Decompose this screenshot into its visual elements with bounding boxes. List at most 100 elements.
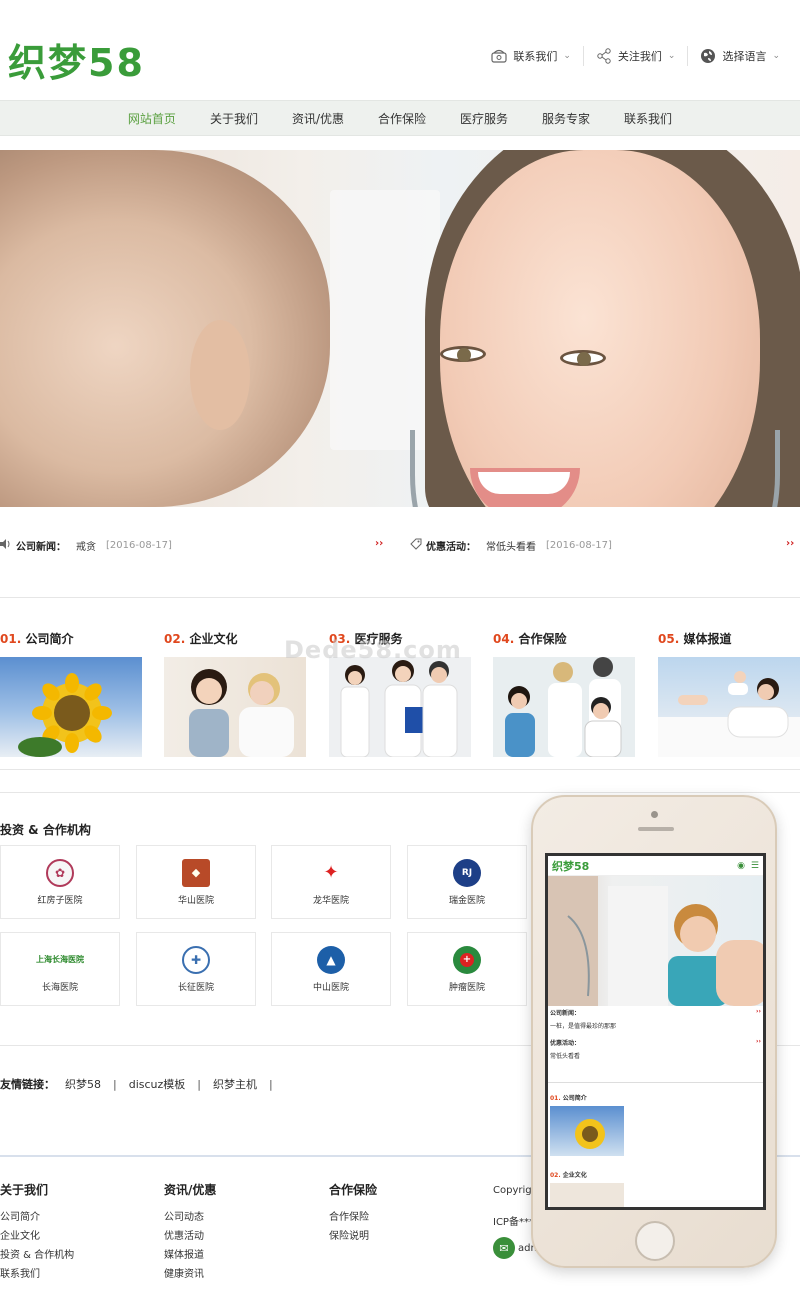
phone-screen: 织梦58 ◉ ☰ 公司新闻： ›› 一桩，是值得最珍的那那 优惠活动： ›› 常… — [545, 853, 766, 1210]
tag-icon — [410, 538, 422, 553]
link-separator: | — [269, 1077, 273, 1091]
nav-item-about[interactable]: 关于我们 — [193, 110, 275, 127]
friend-link[interactable]: 织梦58 — [65, 1076, 101, 1092]
site-logo[interactable]: 织梦58 — [8, 32, 145, 87]
mobile-news-item[interactable]: 一桩，是值得最珍的那那 — [548, 1019, 763, 1032]
footer-link[interactable]: 保险说明 — [329, 1227, 377, 1246]
footer-link[interactable]: 投资 & 合作机构 — [0, 1246, 74, 1265]
partner-name: 中山医院 — [312, 982, 349, 993]
promo-title[interactable]: 常低头看看 — [486, 538, 536, 553]
chevron-down-icon: ⌄ — [563, 51, 571, 61]
footer-link[interactable]: 企业文化 — [0, 1227, 74, 1246]
footer-link[interactable]: 媒体报道 — [164, 1246, 216, 1265]
feature-media[interactable]: 05. 媒体报道 — [658, 630, 800, 757]
footer-link[interactable]: 公司动态 — [164, 1208, 216, 1227]
partner-card[interactable]: ▲ 中山医院 — [271, 932, 391, 1006]
mobile-promo-item[interactable]: 常低头看看 — [548, 1049, 763, 1062]
language-selector[interactable]: 选择语言 ⌄ — [688, 46, 792, 66]
footer-link[interactable]: 优惠活动 — [164, 1227, 216, 1246]
footer-link[interactable]: 公司简介 — [0, 1208, 74, 1227]
footer-col-insurance: 合作保险 合作保险 保险说明 — [329, 1181, 377, 1246]
mobile-logo: 织梦58 — [552, 859, 590, 873]
feature-about[interactable]: 01. 公司简介 — [0, 630, 142, 757]
promo-more[interactable]: ›› — [786, 538, 794, 549]
feature-insurance[interactable]: 04. 合作保险 — [493, 630, 635, 757]
friend-links: 友情链接： 织梦58 | discuz模板 | 织梦主机 | — [0, 1076, 285, 1092]
feature-image-child-nurse — [164, 657, 306, 757]
footer-link[interactable]: 联系我们 — [0, 1265, 74, 1284]
company-news-more[interactable]: ›› — [375, 538, 383, 549]
partner-card[interactable]: ✦ 龙华医院 — [271, 845, 391, 919]
language-label: 选择语言 — [722, 50, 767, 63]
footer-link[interactable]: 合作保险 — [329, 1208, 377, 1227]
mobile-section-about[interactable]: 01. 公司简介 — [548, 1091, 763, 1104]
divider — [0, 792, 800, 793]
friend-links-label: 友情链接： — [0, 1078, 55, 1091]
promo-date: [2016-08-17] — [546, 540, 612, 551]
partner-card[interactable]: + 肿瘤医院 — [407, 932, 527, 1006]
friend-link[interactable]: discuz模板 — [129, 1076, 186, 1092]
nav-item-news[interactable]: 资讯/优惠 — [275, 110, 361, 127]
phone-camera — [651, 811, 658, 818]
partner-name: 长征医院 — [177, 982, 214, 993]
company-news-title[interactable]: 戒贪 — [76, 538, 96, 553]
hospital-logo-icon: RJ — [453, 858, 481, 887]
chevron-down-icon: ⌄ — [772, 51, 780, 61]
nav-item-experts[interactable]: 服务专家 — [525, 110, 607, 127]
footer-col-news: 资讯/优惠 公司动态 优惠活动 媒体报道 健康资讯 — [164, 1181, 216, 1284]
phone-speaker — [638, 827, 674, 831]
link-separator: | — [197, 1077, 202, 1091]
feature-image-sunflower — [0, 657, 142, 757]
partner-card[interactable]: 上海长海医院 长海医院 — [0, 932, 120, 1006]
mobile-promo-label: 优惠活动： — [550, 1040, 581, 1047]
feature-title: 合作保险 — [518, 632, 567, 646]
mobile-sunflower-image — [550, 1106, 624, 1156]
mobile-header: 织梦58 ◉ ☰ — [548, 856, 763, 876]
watermark: Dede58.com — [284, 636, 462, 664]
divider — [0, 597, 800, 598]
mobile-news: 公司新闻： ›› — [548, 1006, 763, 1019]
feature-image-medical-team — [329, 657, 471, 757]
nav-item-medical[interactable]: 医疗服务 — [443, 110, 525, 127]
mobile-culture-image — [550, 1183, 624, 1207]
follow-us-label: 关注我们 — [617, 50, 662, 63]
friend-link[interactable]: 织梦主机 — [213, 1076, 257, 1092]
mobile-news-more[interactable]: ›› — [756, 1008, 761, 1017]
promo-news: 优惠活动： 常低头看看 [2016-08-17] — [410, 538, 612, 553]
chevron-down-icon: ⌄ — [667, 51, 676, 61]
promo-label: 优惠活动： — [426, 542, 476, 553]
partner-card[interactable]: ◆ 华山医院 — [136, 845, 256, 919]
partner-card[interactable]: ✿ 红房子医院 — [0, 845, 120, 919]
icp-text: ICP备*** — [493, 1217, 534, 1228]
follow-us-link[interactable]: 关注我们 ⌄ — [584, 46, 689, 66]
mobile-news-label: 公司新闻： — [550, 1010, 581, 1017]
hero-banner[interactable] — [0, 150, 800, 507]
banner-stethoscope — [410, 430, 780, 507]
mobile-news-text: 一桩，是值得最珍的那那 — [550, 1023, 617, 1030]
partner-name: 华山医院 — [177, 895, 214, 906]
feature-number: 01. — [0, 632, 22, 646]
nav-item-home[interactable]: 网站首页 — [111, 110, 193, 127]
main-nav: 网站首页 关于我们 资讯/优惠 合作保险 医疗服务 服务专家 联系我们 — [0, 100, 800, 136]
phone-home-button — [635, 1221, 675, 1261]
globe-icon: ◉ — [737, 860, 745, 871]
contact-us-link[interactable]: 联系我们 ⌄ — [479, 46, 584, 66]
top-links: 联系我们 ⌄ 关注我们 ⌄ 选择语言 ⌄ — [479, 46, 792, 66]
mobile-promo-more[interactable]: ›› — [756, 1038, 761, 1047]
mobile-divider — [548, 1082, 763, 1083]
hospital-logo-icon: ◆ — [182, 858, 210, 887]
footer-link[interactable]: 健康资讯 — [164, 1265, 216, 1284]
hospital-logo-icon: ✦ — [317, 858, 345, 887]
partner-card[interactable]: ✚ 长征医院 — [136, 932, 256, 1006]
mobile-promo-text: 常低头看看 — [550, 1053, 581, 1060]
footer-col-about: 关于我们 公司简介 企业文化 投资 & 合作机构 联系我们 — [0, 1181, 74, 1284]
company-news: 公司新闻： 戒贪 [2016-08-17] — [0, 538, 172, 553]
mobile-section-culture[interactable]: 02. 企业文化 — [548, 1168, 763, 1181]
share-icon — [596, 48, 612, 64]
phone-icon — [491, 48, 507, 64]
mobile-header-icons: ◉ ☰ — [737, 861, 759, 871]
feature-number: 04. — [493, 632, 515, 646]
partner-card[interactable]: RJ 瑞金医院 — [407, 845, 527, 919]
nav-item-insurance[interactable]: 合作保险 — [361, 110, 443, 127]
nav-item-contact[interactable]: 联系我们 — [607, 110, 689, 127]
